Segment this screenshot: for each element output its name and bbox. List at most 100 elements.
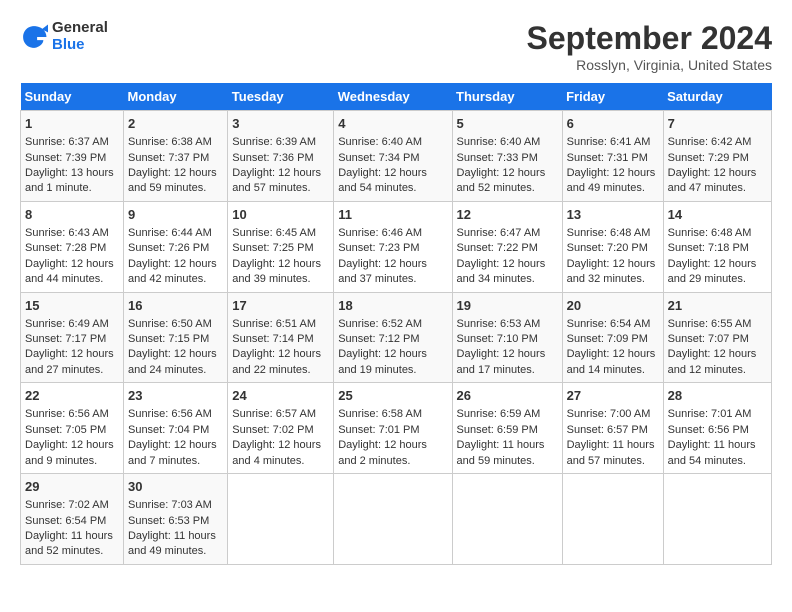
calendar-cell: 14 Sunrise: 6:48 AM Sunset: 7:18 PM Dayl… (663, 201, 771, 292)
sunset-label: Sunset: 6:57 PM (567, 424, 648, 436)
calendar-cell (228, 474, 334, 565)
day-number: 4 (338, 115, 447, 133)
sunrise-label: Sunrise: 6:38 AM (128, 136, 212, 148)
sunrise-label: Sunrise: 6:42 AM (668, 136, 752, 148)
day-number: 22 (25, 387, 119, 405)
calendar-cell: 18 Sunrise: 6:52 AM Sunset: 7:12 PM Dayl… (334, 292, 452, 383)
sunset-label: Sunset: 7:39 PM (25, 152, 106, 164)
day-number: 7 (668, 115, 767, 133)
sunrise-label: Sunrise: 6:52 AM (338, 318, 422, 330)
day-number: 14 (668, 206, 767, 224)
day-number: 2 (128, 115, 223, 133)
sunset-label: Sunset: 7:33 PM (457, 152, 538, 164)
day-number: 19 (457, 297, 558, 315)
calendar-cell: 9 Sunrise: 6:44 AM Sunset: 7:26 PM Dayli… (123, 201, 227, 292)
calendar-cell: 8 Sunrise: 6:43 AM Sunset: 7:28 PM Dayli… (21, 201, 124, 292)
sunrise-label: Sunrise: 6:37 AM (25, 136, 109, 148)
sunset-label: Sunset: 7:25 PM (232, 242, 313, 254)
daylight-label: Daylight: 12 hours and 59 minutes. (128, 167, 217, 194)
daylight-label: Daylight: 12 hours and 2 minutes. (338, 439, 427, 466)
day-number: 8 (25, 206, 119, 224)
calendar-cell: 2 Sunrise: 6:38 AM Sunset: 7:37 PM Dayli… (123, 111, 227, 202)
daylight-label: Daylight: 11 hours and 54 minutes. (668, 439, 756, 466)
daylight-label: Daylight: 11 hours and 57 minutes. (567, 439, 655, 466)
sunrise-label: Sunrise: 6:58 AM (338, 408, 422, 420)
daylight-label: Daylight: 12 hours and 54 minutes. (338, 167, 427, 194)
calendar-cell: 26 Sunrise: 6:59 AM Sunset: 6:59 PM Dayl… (452, 383, 562, 474)
day-number: 15 (25, 297, 119, 315)
calendar-cell: 17 Sunrise: 6:51 AM Sunset: 7:14 PM Dayl… (228, 292, 334, 383)
sunrise-label: Sunrise: 7:00 AM (567, 408, 651, 420)
sunset-label: Sunset: 7:10 PM (457, 333, 538, 345)
calendar-week-1: 1 Sunrise: 6:37 AM Sunset: 7:39 PM Dayli… (21, 111, 772, 202)
calendar-cell: 4 Sunrise: 6:40 AM Sunset: 7:34 PM Dayli… (334, 111, 452, 202)
daylight-label: Daylight: 12 hours and 42 minutes. (128, 258, 217, 285)
day-number: 24 (232, 387, 329, 405)
daylight-label: Daylight: 12 hours and 19 minutes. (338, 348, 427, 375)
sunrise-label: Sunrise: 6:40 AM (338, 136, 422, 148)
day-number: 12 (457, 206, 558, 224)
sunset-label: Sunset: 7:29 PM (668, 152, 749, 164)
daylight-label: Daylight: 12 hours and 14 minutes. (567, 348, 656, 375)
calendar-cell: 15 Sunrise: 6:49 AM Sunset: 7:17 PM Dayl… (21, 292, 124, 383)
day-number: 21 (668, 297, 767, 315)
calendar-cell: 28 Sunrise: 7:01 AM Sunset: 6:56 PM Dayl… (663, 383, 771, 474)
calendar-cell: 7 Sunrise: 6:42 AM Sunset: 7:29 PM Dayli… (663, 111, 771, 202)
sunrise-label: Sunrise: 6:39 AM (232, 136, 316, 148)
calendar-cell: 21 Sunrise: 6:55 AM Sunset: 7:07 PM Dayl… (663, 292, 771, 383)
calendar-cell: 27 Sunrise: 7:00 AM Sunset: 6:57 PM Dayl… (562, 383, 663, 474)
calendar-table: Sunday Monday Tuesday Wednesday Thursday… (20, 83, 772, 565)
sunset-label: Sunset: 6:54 PM (25, 515, 106, 527)
sunrise-label: Sunrise: 6:57 AM (232, 408, 316, 420)
sunset-label: Sunset: 7:20 PM (567, 242, 648, 254)
sunrise-label: Sunrise: 6:55 AM (668, 318, 752, 330)
daylight-label: Daylight: 12 hours and 52 minutes. (457, 167, 546, 194)
sunrise-label: Sunrise: 6:46 AM (338, 227, 422, 239)
sunrise-label: Sunrise: 7:02 AM (25, 499, 109, 511)
daylight-label: Daylight: 12 hours and 32 minutes. (567, 258, 656, 285)
calendar-cell: 11 Sunrise: 6:46 AM Sunset: 7:23 PM Dayl… (334, 201, 452, 292)
col-tuesday: Tuesday (228, 83, 334, 111)
calendar-cell: 23 Sunrise: 6:56 AM Sunset: 7:04 PM Dayl… (123, 383, 227, 474)
sunset-label: Sunset: 7:26 PM (128, 242, 209, 254)
sunrise-label: Sunrise: 7:01 AM (668, 408, 752, 420)
day-number: 17 (232, 297, 329, 315)
sunrise-label: Sunrise: 6:44 AM (128, 227, 212, 239)
calendar-cell: 6 Sunrise: 6:41 AM Sunset: 7:31 PM Dayli… (562, 111, 663, 202)
daylight-label: Daylight: 12 hours and 9 minutes. (25, 439, 114, 466)
calendar-week-2: 8 Sunrise: 6:43 AM Sunset: 7:28 PM Dayli… (21, 201, 772, 292)
sunset-label: Sunset: 7:28 PM (25, 242, 106, 254)
sunrise-label: Sunrise: 6:53 AM (457, 318, 541, 330)
col-friday: Friday (562, 83, 663, 111)
calendar-week-5: 29 Sunrise: 7:02 AM Sunset: 6:54 PM Dayl… (21, 474, 772, 565)
calendar-cell: 10 Sunrise: 6:45 AM Sunset: 7:25 PM Dayl… (228, 201, 334, 292)
daylight-label: Daylight: 12 hours and 39 minutes. (232, 258, 321, 285)
daylight-label: Daylight: 13 hours and 1 minute. (25, 167, 114, 194)
calendar-cell: 22 Sunrise: 6:56 AM Sunset: 7:05 PM Dayl… (21, 383, 124, 474)
sunset-label: Sunset: 7:31 PM (567, 152, 648, 164)
sunset-label: Sunset: 6:53 PM (128, 515, 209, 527)
day-number: 18 (338, 297, 447, 315)
daylight-label: Daylight: 12 hours and 4 minutes. (232, 439, 321, 466)
sunset-label: Sunset: 7:12 PM (338, 333, 419, 345)
sunset-label: Sunset: 6:59 PM (457, 424, 538, 436)
col-saturday: Saturday (663, 83, 771, 111)
daylight-label: Daylight: 12 hours and 34 minutes. (457, 258, 546, 285)
sunset-label: Sunset: 7:07 PM (668, 333, 749, 345)
sunrise-label: Sunrise: 6:43 AM (25, 227, 109, 239)
sunset-label: Sunset: 7:09 PM (567, 333, 648, 345)
daylight-label: Daylight: 12 hours and 47 minutes. (668, 167, 757, 194)
daylight-label: Daylight: 12 hours and 7 minutes. (128, 439, 217, 466)
sunrise-label: Sunrise: 6:41 AM (567, 136, 651, 148)
sunrise-label: Sunrise: 6:54 AM (567, 318, 651, 330)
sunrise-label: Sunrise: 6:45 AM (232, 227, 316, 239)
daylight-label: Daylight: 12 hours and 44 minutes. (25, 258, 114, 285)
daylight-label: Daylight: 12 hours and 29 minutes. (668, 258, 757, 285)
calendar-cell: 20 Sunrise: 6:54 AM Sunset: 7:09 PM Dayl… (562, 292, 663, 383)
logo: General Blue (20, 20, 108, 53)
calendar-week-3: 15 Sunrise: 6:49 AM Sunset: 7:17 PM Dayl… (21, 292, 772, 383)
sunset-label: Sunset: 7:37 PM (128, 152, 209, 164)
day-number: 5 (457, 115, 558, 133)
calendar-cell: 30 Sunrise: 7:03 AM Sunset: 6:53 PM Dayl… (123, 474, 227, 565)
sunset-label: Sunset: 7:18 PM (668, 242, 749, 254)
